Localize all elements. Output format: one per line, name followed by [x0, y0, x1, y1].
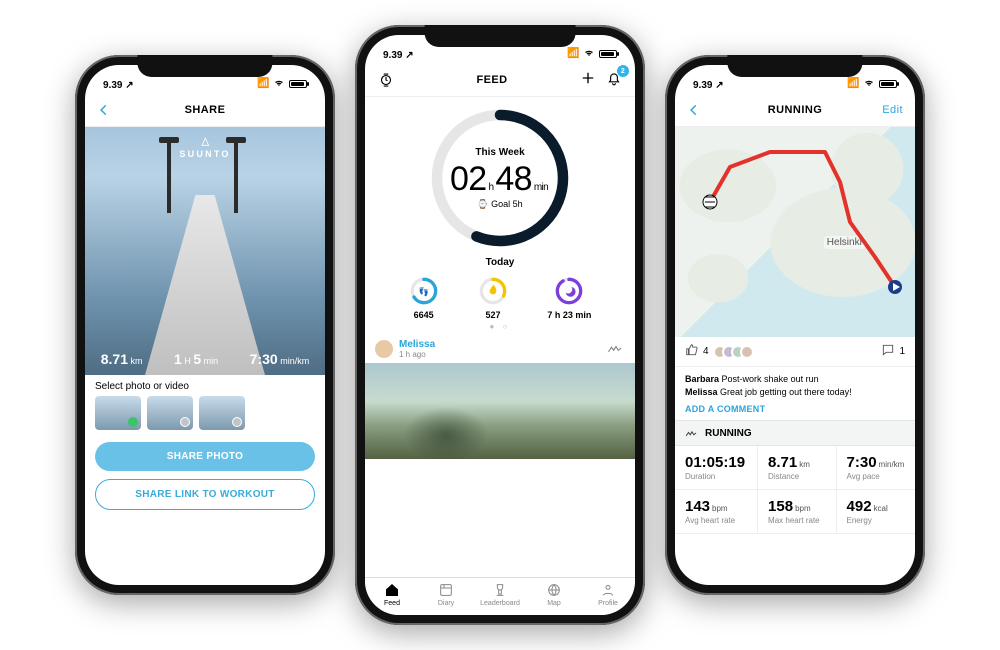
overlay-stats: 8.71 km 1 H 5 min 7:30 min/km — [85, 351, 325, 367]
battery-icon — [289, 80, 307, 88]
tab-profile[interactable]: Profile — [581, 582, 635, 607]
phone-feed: 9.39 ↗ 📶 FEED 2 — [355, 25, 645, 625]
ring-value: 02h48min — [450, 160, 550, 199]
metric-duration: 01:05:19Duration — [675, 446, 758, 490]
metric-calories[interactable]: 527 — [478, 276, 508, 320]
share-photo: SUUNTO 8.71 km 1 H 5 min 7:30 min/km — [85, 127, 325, 375]
route-map[interactable]: Helsinki — [675, 127, 915, 337]
signal-icon: 📶 — [257, 78, 269, 89]
status-time: 9.39 ↗ — [103, 80, 134, 91]
photo-selector — [85, 396, 325, 438]
comment-icon[interactable] — [881, 343, 895, 360]
status-time: 9.39 ↗ — [693, 80, 724, 91]
notch — [425, 25, 576, 47]
selector-label: Select photo or video — [85, 375, 325, 396]
thumbnail[interactable] — [95, 396, 141, 430]
add-comment-button[interactable]: ADD A COMMENT — [675, 404, 915, 420]
phone-running: 9.39 ↗ 📶 RUNNING Edit Helsinki — [665, 55, 925, 595]
avatar[interactable] — [375, 340, 393, 358]
notch — [137, 55, 272, 77]
nav-bar: RUNNING Edit — [675, 93, 915, 127]
tab-bar: Feed Diary Leaderboard Map Profile — [365, 577, 635, 615]
comments: Barbara Post-work shake out run Melissa … — [675, 367, 915, 404]
edit-button[interactable]: Edit — [869, 104, 903, 116]
tab-leaderboard[interactable]: Leaderboard — [473, 582, 527, 607]
add-button[interactable] — [579, 69, 597, 90]
metric-distance: 8.71kmDistance — [758, 446, 836, 490]
page-title: SHARE — [131, 104, 279, 116]
share-photo-button[interactable]: SHARE PHOTO — [95, 442, 315, 471]
post-author[interactable]: Melissa — [399, 339, 435, 350]
activity-type-icon — [607, 341, 625, 358]
signal-icon: 📶 — [847, 78, 859, 89]
wifi-icon — [863, 76, 875, 91]
thumbnail[interactable] — [147, 396, 193, 430]
post-image[interactable] — [365, 363, 635, 459]
wifi-icon — [273, 76, 285, 91]
notch — [727, 55, 862, 77]
back-button[interactable] — [687, 103, 721, 117]
phone-share: 9.39 ↗ 📶 SHARE SUUNTO — [75, 55, 335, 595]
social-row: 4 1 — [675, 337, 915, 367]
like-count: 4 — [703, 346, 709, 357]
share-link-button[interactable]: SHARE LINK TO WORKOUT — [95, 479, 315, 510]
liker-avatars[interactable] — [713, 345, 754, 359]
metric-avg-pace: 7:30min/kmAvg pace — [837, 446, 915, 490]
like-button[interactable] — [685, 343, 699, 360]
wifi-icon — [583, 46, 595, 61]
watch-icon[interactable] — [377, 71, 411, 89]
status-time: 9.39 ↗ — [383, 50, 414, 61]
metric-avg-hr: 143bpmAvg heart rate — [675, 490, 758, 534]
metric-max-hr: 158bpmMax heart rate — [758, 490, 836, 534]
weekly-ring[interactable]: This Week 02h48min ⌚ Goal 5h — [425, 103, 575, 253]
page-dots[interactable]: ● ○ — [365, 322, 635, 331]
battery-icon — [599, 50, 617, 58]
tab-map[interactable]: Map — [527, 582, 581, 607]
nav-bar: FEED 2 — [365, 63, 635, 97]
signal-icon: 📶 — [567, 48, 579, 59]
tab-diary[interactable]: Diary — [419, 582, 473, 607]
today-label: Today — [365, 257, 635, 268]
today-metrics: 👣 6645 527 7 h 23 min — [365, 268, 635, 322]
metric-sleep[interactable]: 7 h 23 min — [547, 276, 591, 320]
ring-label: This Week — [475, 147, 524, 158]
page-title: FEED — [411, 74, 573, 86]
tab-feed[interactable]: Feed — [365, 582, 419, 607]
post-time: 1 h ago — [399, 350, 435, 359]
brand-watermark: SUUNTO — [179, 137, 230, 159]
back-button[interactable] — [97, 103, 131, 117]
ring-goal: ⌚ Goal 5h — [477, 199, 522, 210]
activity-section-header: RUNNING — [675, 420, 915, 446]
battery-icon — [879, 80, 897, 88]
svg-text:👣: 👣 — [418, 286, 428, 297]
comment-count: 1 — [899, 346, 905, 357]
page-title: RUNNING — [721, 104, 869, 116]
notifications-button[interactable]: 2 — [605, 69, 623, 90]
nav-bar: SHARE — [85, 93, 325, 127]
feed-post[interactable]: Melissa 1 h ago — [365, 335, 635, 459]
thumbnail[interactable] — [199, 396, 245, 430]
metric-energy: 492kcalEnergy — [837, 490, 915, 534]
metrics-grid: 01:05:19Duration 8.71kmDistance 7:30min/… — [675, 446, 915, 534]
notification-badge: 2 — [617, 65, 629, 77]
metric-steps[interactable]: 👣 6645 — [409, 276, 439, 320]
